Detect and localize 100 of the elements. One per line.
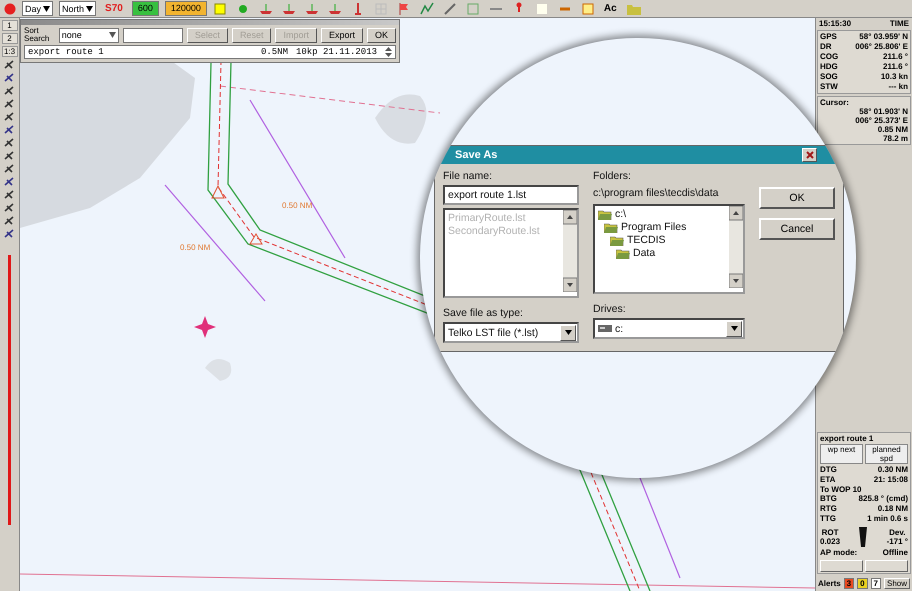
sensor-label: COG (820, 52, 838, 62)
folder-item[interactable]: Program Files (598, 221, 726, 233)
sort-dropdown[interactable]: none (58, 28, 120, 42)
route-xtd: 0.5NM (260, 47, 288, 57)
ap-mode-value: Offline (882, 548, 908, 558)
cancel-button[interactable]: Cancel (759, 218, 835, 240)
layer-button[interactable]: 1:3 (2, 46, 18, 57)
file-name-field[interactable]: export route 1.lst (443, 185, 579, 205)
alerts-label: Alerts (818, 578, 841, 588)
rot-value: 0.023 (820, 537, 840, 546)
info-value: 1 min 0.6 s (867, 514, 908, 524)
file-type-label: Save file as type: (443, 307, 524, 319)
close-icon (806, 151, 814, 159)
tool-icon[interactable] (3, 59, 16, 70)
dropdown-value: Day (25, 4, 42, 14)
folder-item[interactable]: TECDIS (598, 234, 726, 246)
tool-icon[interactable] (3, 215, 16, 226)
search-field[interactable] (123, 28, 183, 42)
info-value: 0.18 NM (878, 504, 908, 514)
layer-button[interactable]: 1 (2, 20, 18, 31)
route-name: export route 1 (28, 47, 105, 57)
tool-icon[interactable] (3, 202, 16, 213)
cursor-value: 0.85 NM (876, 125, 908, 134)
route-button[interactable]: OK (366, 28, 396, 42)
folder-tree[interactable]: c:\ Program Files TECDIS Data (593, 204, 745, 294)
boat-icon[interactable] (282, 2, 296, 16)
dropdown-arrow-icon (86, 6, 94, 12)
scroll-arrows-icon[interactable] (385, 47, 392, 57)
column-tab[interactable]: planned spd (865, 444, 908, 464)
info-label: DTG (820, 465, 837, 475)
tool-icon[interactable] (3, 150, 16, 161)
sensor-label: STW (820, 82, 838, 92)
tool-icon[interactable] (3, 163, 16, 174)
folder-name: TECDIS (627, 234, 666, 246)
tool-icon[interactable] (3, 72, 16, 83)
drive-dropdown[interactable]: c: (593, 318, 745, 339)
tool-icon[interactable] (3, 189, 16, 200)
tool-icon[interactable] (3, 228, 16, 239)
dialog-title: Save As (455, 149, 498, 161)
alert-count[interactable]: 0 (857, 578, 868, 588)
ap-mode-label: AP mode: (820, 548, 858, 558)
ok-button[interactable]: OK (759, 187, 835, 209)
alert-count[interactable]: 3 (844, 578, 854, 588)
show-button[interactable]: Show (884, 578, 910, 588)
info-label: BTG (820, 494, 837, 504)
flag-icon[interactable] (396, 2, 411, 16)
cursor-value: 58° 01.903' N (858, 107, 908, 116)
autopilot-button[interactable] (865, 560, 908, 572)
file-type-dropdown[interactable]: Telko LST file (*.lst) (443, 322, 579, 343)
tool-icon[interactable] (3, 98, 16, 109)
info-value: 21: 15:08 (874, 475, 908, 485)
folder-item[interactable]: Data (598, 247, 726, 259)
autopilot-button[interactable] (820, 560, 863, 572)
time-label: TIME (890, 19, 909, 28)
folder-item[interactable]: c:\ (598, 208, 726, 220)
layer-button[interactable]: 2 (2, 33, 18, 44)
chart-icon[interactable] (420, 2, 434, 16)
record-icon[interactable] (4, 2, 16, 14)
route-button[interactable]: Export (320, 28, 363, 42)
tool-icon[interactable] (3, 176, 16, 187)
close-button[interactable] (802, 148, 817, 162)
tool-icon[interactable] (3, 137, 16, 148)
orientation-dropdown[interactable]: North (59, 1, 96, 16)
clock-time: 15:15:30 (819, 19, 852, 28)
scrollbar[interactable] (563, 210, 577, 292)
scale-indicator[interactable]: 120000 (164, 1, 207, 16)
info-value: 0.30 NM (878, 465, 908, 475)
sensor-value: --- kn (888, 82, 908, 92)
tool-icon[interactable] (3, 85, 16, 96)
folder-name: c:\ (615, 208, 626, 220)
boat-icon[interactable] (258, 2, 273, 16)
folder-name: Program Files (621, 221, 686, 233)
cursor-value: 78.2 m (882, 134, 908, 143)
rot-label: ROT (822, 528, 838, 537)
sensor-label: SOG (820, 72, 838, 82)
boat-icon[interactable] (304, 2, 319, 16)
font-button[interactable]: Ac (600, 3, 620, 14)
route-info: 10kp 21.11.2013 (296, 47, 377, 57)
window-icon[interactable] (580, 2, 595, 16)
column-tab[interactable]: wp next (820, 444, 863, 464)
route-row[interactable]: export route 1 0.5NM 10kp 21.11.2013 (24, 45, 396, 59)
sensor-value: 58° 03.959' N (859, 32, 908, 42)
dev-label: Dev. (889, 528, 906, 537)
boat-icon[interactable] (328, 2, 342, 16)
info-label: TTG (820, 514, 836, 524)
dropdown-button[interactable] (560, 324, 576, 340)
palette-dropdown[interactable]: Day (22, 1, 54, 16)
rudder-icon (858, 526, 868, 548)
folder-icon (604, 222, 618, 232)
tool-icon[interactable] (3, 111, 16, 122)
alert-count[interactable]: 7 (870, 578, 881, 588)
folder-path: c:\program files\tecdis\data (593, 186, 720, 201)
tool-icon[interactable] (3, 124, 16, 135)
distance-label: 0.50 NM (282, 201, 312, 210)
square-icon[interactable] (212, 2, 227, 16)
ruler-icon[interactable] (442, 2, 457, 16)
scrollbar[interactable] (729, 206, 743, 288)
dropdown-arrow-icon (109, 32, 116, 38)
dropdown-button[interactable] (726, 320, 742, 336)
scale-indicator[interactable]: 600 (132, 1, 159, 16)
